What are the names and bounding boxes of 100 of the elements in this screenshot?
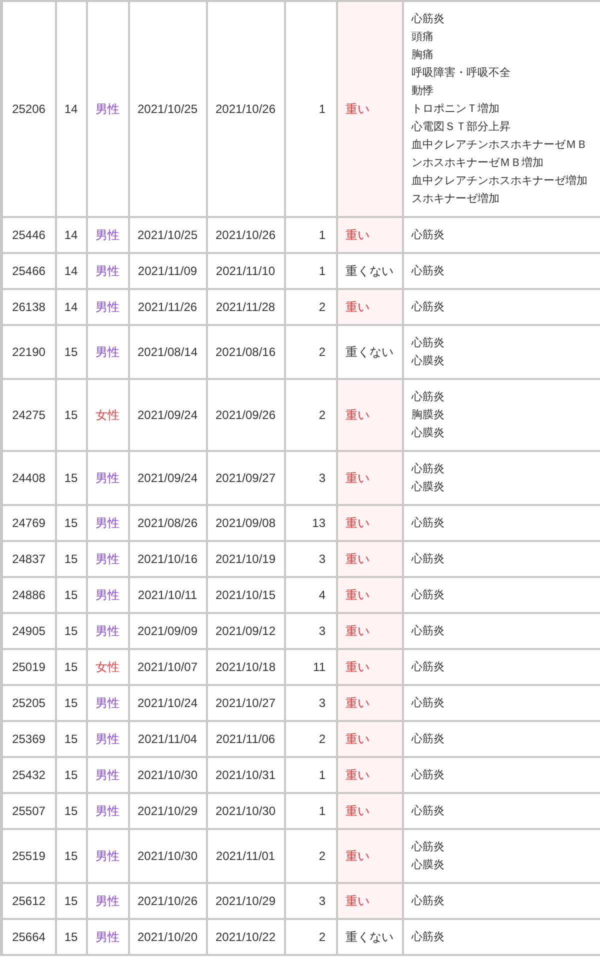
table-cell: 3 — [284, 541, 336, 577]
table-cell: 25432 — [2, 757, 56, 793]
table-cell: 2021/10/26 — [206, 217, 284, 253]
table-cell: 男性 — [86, 217, 128, 253]
table-cell: 15 — [56, 649, 86, 685]
symptom-text: 心筋炎 — [412, 516, 446, 531]
table-cell: 2 — [284, 919, 336, 955]
table-cell: 重い — [336, 289, 402, 325]
table-cell: 25205 — [2, 685, 56, 721]
table-cell: 2021/10/25 — [128, 1, 206, 217]
table-cell: 重い — [336, 217, 402, 253]
table-cell: 2021/11/09 — [128, 253, 206, 289]
table-cell: 15 — [56, 721, 86, 757]
table-cell: 男性 — [86, 541, 128, 577]
table-cell: 26138 — [2, 289, 56, 325]
table-cell: 2021/09/12 — [206, 613, 284, 649]
table-cell: 2021/11/04 — [128, 721, 206, 757]
table-cell: 2021/10/30 — [206, 793, 284, 829]
table-cell: 男性 — [86, 685, 128, 721]
symptom-text: スホキナーゼ増加 — [412, 192, 500, 207]
table-cell: 2021/10/22 — [206, 919, 284, 955]
table-cell: 11 — [284, 649, 336, 685]
table-cell: 重い — [336, 451, 402, 505]
table-cell: 男性 — [86, 613, 128, 649]
table-cell: 2021/11/01 — [206, 829, 284, 883]
table-cell: 重い — [336, 577, 402, 613]
table-cell: 男性 — [86, 757, 128, 793]
table-cell: 男性 — [86, 577, 128, 613]
table-cell: 2021/09/26 — [206, 379, 284, 451]
table-cell: 15 — [56, 919, 86, 955]
symptom-text: 呼吸障害・呼吸不全 — [412, 66, 512, 81]
table-cell: 2021/10/29 — [128, 793, 206, 829]
table-cell: 3 — [284, 613, 336, 649]
table-cell: 25519 — [2, 829, 56, 883]
table-cell: 男性 — [86, 919, 128, 955]
table-cell: 男性 — [86, 505, 128, 541]
table-cell: 2021/08/26 — [128, 505, 206, 541]
table-cell: 25507 — [2, 793, 56, 829]
table-cell: 2021/10/26 — [128, 883, 206, 919]
table-cell: 15 — [56, 325, 86, 379]
table-cell: 15 — [56, 613, 86, 649]
symptom-text: 胸膜炎 — [412, 408, 446, 423]
symptom-text: 心筋炎 — [412, 588, 446, 603]
symptom-text: 動悸 — [412, 84, 434, 99]
symptom-text: 心筋炎 — [412, 390, 446, 405]
table-cell: 女性 — [86, 649, 128, 685]
table-cell: 2021/09/09 — [128, 613, 206, 649]
table-cell: 14 — [56, 253, 86, 289]
table-cell: 重い — [336, 829, 402, 883]
table-cell: 3 — [284, 883, 336, 919]
table-cell: 25019 — [2, 649, 56, 685]
table-cell: 15 — [56, 883, 86, 919]
table-cell: 15 — [56, 685, 86, 721]
table-cell: 男性 — [86, 1, 128, 217]
table-cell: 重い — [336, 721, 402, 757]
symptom-text: 心膜炎 — [412, 354, 446, 369]
table-cell: 男性 — [86, 829, 128, 883]
symptom-text: 頭痛 — [412, 30, 434, 45]
symptom-text: トロポニンＴ増加 — [412, 102, 500, 117]
table-cell: 15 — [56, 451, 86, 505]
symptom-text: 血中クレアチンホスホキナーゼＭＢ — [412, 138, 588, 153]
table-cell: 1 — [284, 253, 336, 289]
symptom-text: 心筋炎 — [412, 804, 446, 819]
table-cell: 25446 — [2, 217, 56, 253]
table-cell: 2021/10/15 — [206, 577, 284, 613]
table-cell: 2021/10/27 — [206, 685, 284, 721]
symptom-text: 心筋炎 — [412, 462, 446, 477]
symptom-text: 心筋炎 — [412, 660, 446, 675]
table-cell: 4 — [284, 577, 336, 613]
table-cell: 2021/09/27 — [206, 451, 284, 505]
table-cell: 3 — [284, 685, 336, 721]
table-cell: 女性 — [86, 379, 128, 451]
table-cell: 2021/10/07 — [128, 649, 206, 685]
table-cell: 男性 — [86, 325, 128, 379]
table-cell: 15 — [56, 505, 86, 541]
table-cell: 重い — [336, 541, 402, 577]
table-cell: 2021/10/19 — [206, 541, 284, 577]
table-cell: 男性 — [86, 253, 128, 289]
table-cell: 2021/11/28 — [206, 289, 284, 325]
symptom-text: 心筋炎 — [412, 336, 446, 351]
table-cell: 重い — [336, 649, 402, 685]
table-cell: 1 — [284, 757, 336, 793]
symptom-text: 心筋炎 — [412, 768, 446, 783]
table-cell: 2021/10/26 — [206, 1, 284, 217]
symptom-text: 心電図ＳＴ部分上昇 — [412, 120, 512, 135]
table-cell: 15 — [56, 757, 86, 793]
table-cell: 13 — [284, 505, 336, 541]
symptom-text: 心筋炎 — [412, 12, 446, 27]
table-cell: 2 — [284, 325, 336, 379]
table-cell: 2021/09/24 — [128, 379, 206, 451]
symptom-text: 胸痛 — [412, 48, 434, 63]
table-cell: 男性 — [86, 721, 128, 757]
table-cell: 2021/09/24 — [128, 451, 206, 505]
symptom-text: 心筋炎 — [412, 732, 446, 747]
symptom-text: 心筋炎 — [412, 264, 446, 279]
symptom-text: 心筋炎 — [412, 228, 446, 243]
table-cell: 14 — [56, 1, 86, 217]
table-cell: 24275 — [2, 379, 56, 451]
table-cell: 重い — [336, 379, 402, 451]
table-cell: 重い — [336, 757, 402, 793]
